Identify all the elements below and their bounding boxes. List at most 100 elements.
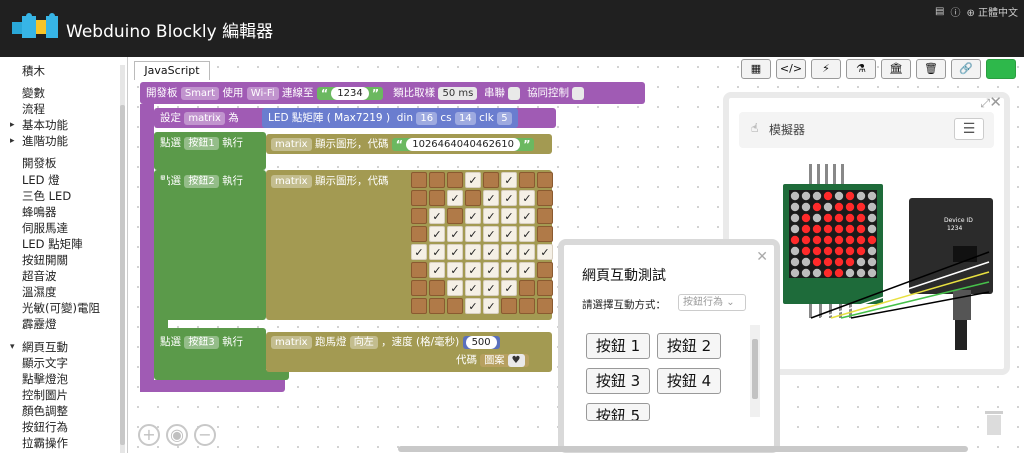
- led-cell[interactable]: ✓: [447, 280, 463, 296]
- serial-checkbox[interactable]: [508, 86, 521, 100]
- led-cell[interactable]: [429, 172, 445, 188]
- category-item[interactable]: 顏色調整: [8, 403, 119, 419]
- category-item[interactable]: 積木: [8, 63, 119, 79]
- button2-dropdown[interactable]: 按鈕2: [184, 174, 219, 188]
- category-item[interactable]: 進階功能: [8, 133, 119, 149]
- sidebar-scrollbar[interactable]: [120, 65, 125, 453]
- show-pattern-block-1[interactable]: matrix 顯示圖形，代碼 “ 1026464040462610 ”: [266, 134, 552, 154]
- button3-dropdown[interactable]: 按鈕3: [184, 335, 219, 349]
- led-cell[interactable]: ✓: [447, 244, 463, 260]
- led-cell[interactable]: [537, 280, 553, 296]
- led-cell[interactable]: [411, 262, 427, 278]
- led-cell[interactable]: [483, 172, 499, 188]
- led-cell[interactable]: ✓: [429, 208, 445, 224]
- zoom-reset-icon[interactable]: ◉: [166, 424, 188, 446]
- led-cell[interactable]: [537, 226, 553, 242]
- popup-scrollbar[interactable]: [750, 325, 760, 417]
- led-cell[interactable]: [429, 190, 445, 206]
- top-right-menu[interactable]: ▤ ⓘ ⊕ 正體中文: [935, 4, 1018, 19]
- menu-hamburger-button[interactable]: ☰: [954, 118, 984, 140]
- button1-dropdown[interactable]: 按鈕1: [184, 136, 219, 150]
- led-cell[interactable]: ✓: [465, 172, 481, 188]
- speed-number-block[interactable]: 500: [462, 335, 500, 349]
- led-cell[interactable]: ✓: [483, 280, 499, 296]
- board-type-dropdown[interactable]: Smart: [180, 86, 220, 100]
- category-item[interactable]: 按鈕開關: [8, 252, 119, 268]
- scrollbar-thumb[interactable]: [752, 339, 758, 399]
- category-item[interactable]: 拉霸操作: [8, 435, 119, 451]
- din-dropdown[interactable]: 16: [416, 111, 438, 125]
- workspace-horizontal-scrollbar[interactable]: [398, 446, 968, 452]
- led-cell[interactable]: ✓: [501, 262, 517, 278]
- category-item[interactable]: 伺服馬達: [8, 220, 119, 236]
- tab-javascript[interactable]: JavaScript: [134, 61, 210, 80]
- category-item[interactable]: 超音波: [8, 268, 119, 284]
- link-button[interactable]: 🔗: [951, 59, 981, 79]
- speed-field[interactable]: 500: [465, 335, 497, 349]
- led-cell[interactable]: ✓: [483, 244, 499, 260]
- led-pattern-grid[interactable]: ✓ ✓ ✓ ✓ ✓ ✓ ✓ ✓ ✓ ✓ ✓ ✓ ✓ ✓ ✓ ✓ ✓ ✓ ✓ ✓ ✓ ✓ ✓ ✓ ✓ ✓ ✓ ✓ ✓ ✓ ✓ ✓ ✓ ✓ ✓ ✓ ✓: [410, 171, 554, 315]
- button-5[interactable]: 按鈕 5: [586, 403, 650, 421]
- led-cell[interactable]: [537, 172, 553, 188]
- category-item[interactable]: 網頁互動: [8, 339, 119, 355]
- zoom-out-icon[interactable]: −: [194, 424, 216, 446]
- board-block[interactable]: 開發板 Smart 使用 Wi-Fi 連線至 “ 1234 ” 類比取樣 50 …: [140, 82, 645, 104]
- category-item[interactable]: 按鈕行為: [8, 419, 119, 435]
- lab-button[interactable]: ⚗: [846, 59, 876, 79]
- heart-dropdown[interactable]: ♥: [507, 353, 525, 367]
- led-cell[interactable]: [519, 298, 535, 314]
- button-3[interactable]: 按鈕 3: [586, 368, 650, 394]
- led-cell[interactable]: ✓: [501, 172, 517, 188]
- led-cell[interactable]: [501, 298, 517, 314]
- connection-dropdown[interactable]: Wi-Fi: [246, 86, 279, 100]
- button-4[interactable]: 按鈕 4: [657, 368, 721, 394]
- led-cell[interactable]: ✓: [429, 262, 445, 278]
- led-cell[interactable]: [411, 280, 427, 296]
- click-button3-block[interactable]: 點選 按鈕3 執行: [154, 328, 266, 376]
- device-id-field[interactable]: 1234: [331, 87, 369, 100]
- category-item[interactable]: 溫濕度: [8, 284, 119, 300]
- led-cell[interactable]: ✓: [501, 280, 517, 296]
- led-cell[interactable]: [465, 190, 481, 206]
- category-item[interactable]: 點擊燈泡: [8, 371, 119, 387]
- led-cell[interactable]: ✓: [465, 226, 481, 242]
- clk-dropdown[interactable]: 5: [497, 111, 512, 125]
- flash-button[interactable]: ⚡: [811, 59, 841, 79]
- led-matrix-block[interactable]: LED 點矩陣 ( Max7219 ) din 16 cs 14 clk 5: [262, 108, 518, 128]
- led-cell[interactable]: [537, 190, 553, 206]
- button-2[interactable]: 按鈕 2: [657, 333, 721, 359]
- led-cell[interactable]: ✓: [447, 262, 463, 278]
- led-cell[interactable]: [537, 262, 553, 278]
- category-item[interactable]: LED 燈: [8, 172, 119, 188]
- category-item[interactable]: 霹靂燈: [8, 316, 119, 332]
- category-item[interactable]: 蜂鳴器: [8, 204, 119, 220]
- led-cell[interactable]: [447, 208, 463, 224]
- led-cell[interactable]: [537, 298, 553, 314]
- qrcode-button[interactable]: ▦: [741, 59, 771, 79]
- close-simulator-icon[interactable]: ✕: [989, 93, 1002, 111]
- pattern-code-field[interactable]: 1026464040462610: [406, 138, 521, 151]
- var-dropdown[interactable]: matrix: [184, 111, 225, 125]
- led-cell[interactable]: ✓: [411, 244, 427, 260]
- click-button2-block[interactable]: 點選 按鈕2 執行: [154, 170, 266, 320]
- button-1[interactable]: 按鈕 1: [586, 333, 650, 359]
- marquee-block[interactable]: matrix 跑馬燈 向左 ，速度 (格/毫秒) 500 代碼 圖案 ♥: [266, 332, 552, 372]
- led-cell[interactable]: ✓: [483, 262, 499, 278]
- trash-button[interactable]: 🗑: [916, 59, 946, 79]
- led-cell[interactable]: ✓: [537, 244, 553, 260]
- led-cell[interactable]: ✓: [429, 226, 445, 242]
- led-cell[interactable]: ✓: [483, 226, 499, 242]
- led-cell[interactable]: ✓: [447, 226, 463, 242]
- sample-rate-dropdown[interactable]: 50 ms: [438, 86, 478, 100]
- click-button1-block[interactable]: 點選 按鈕1 執行: [154, 132, 266, 170]
- interaction-select[interactable]: 按鈕行為 ⌄: [678, 294, 746, 311]
- led-cell[interactable]: [411, 208, 427, 224]
- category-item[interactable]: LED 點矩陣: [8, 236, 119, 252]
- led-cell[interactable]: ✓: [501, 208, 517, 224]
- code-button[interactable]: </>: [776, 59, 806, 79]
- led-cell[interactable]: ✓: [519, 190, 535, 206]
- info-icon[interactable]: ⓘ: [950, 4, 960, 19]
- led-cell[interactable]: [411, 190, 427, 206]
- led-cell[interactable]: ✓: [465, 244, 481, 260]
- led-cell[interactable]: ✓: [465, 208, 481, 224]
